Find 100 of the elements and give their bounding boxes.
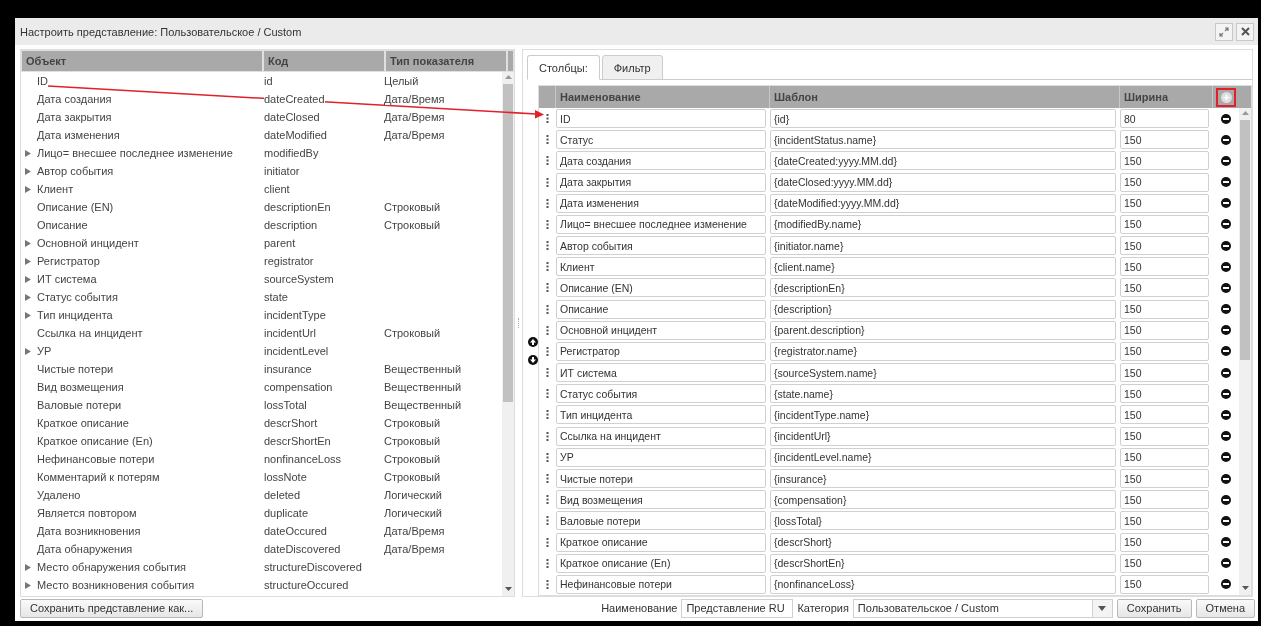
drag-handle-icon[interactable]: [546, 241, 549, 251]
template-field[interactable]: {initiator.name}: [770, 236, 1116, 256]
column-name-field[interactable]: Описание (EN): [556, 278, 766, 298]
drag-handle-icon[interactable]: [546, 495, 549, 505]
column-name-field[interactable]: Ссылка на инцидент: [556, 426, 766, 446]
template-field[interactable]: {sourceSystem.name}: [770, 363, 1116, 383]
field-name[interactable]: Является повтором: [37, 507, 137, 519]
template-field[interactable]: {dateModified:yyyy.MM.dd}: [770, 193, 1116, 213]
field-name[interactable]: Лицо= внесшее последнее изменение: [37, 147, 233, 159]
drag-handle-icon[interactable]: [546, 346, 549, 356]
width-field[interactable]: 150: [1120, 574, 1209, 594]
move-up-icon[interactable]: [527, 336, 538, 347]
width-field[interactable]: 150: [1120, 469, 1209, 488]
field-name[interactable]: Статус события: [37, 291, 118, 303]
scrollbar[interactable]: [502, 72, 514, 596]
drag-handle-icon[interactable]: [546, 262, 549, 272]
close-icon[interactable]: [1240, 27, 1250, 36]
column-name-field[interactable]: УР: [556, 447, 766, 467]
field-name[interactable]: Основной инцидент: [37, 237, 139, 249]
column-name-field[interactable]: Статус события: [556, 384, 766, 404]
field-name[interactable]: Тип инцидента: [37, 309, 113, 321]
drag-handle-icon[interactable]: [546, 431, 549, 441]
column-name-field[interactable]: Тип инцидента: [556, 405, 766, 425]
save-as-button[interactable]: Сохранить представление как...: [20, 598, 204, 618]
drag-handle-icon[interactable]: [546, 579, 549, 589]
width-field[interactable]: 150: [1120, 363, 1209, 383]
field-name[interactable]: Краткое описание: [37, 417, 129, 429]
drag-handle-icon[interactable]: [546, 410, 549, 420]
expand-arrow-icon[interactable]: [25, 311, 31, 319]
field-name[interactable]: Регистратор: [37, 255, 100, 267]
column-name-field[interactable]: Нефинансовые потери: [556, 574, 766, 594]
field-name[interactable]: Дата создания: [37, 93, 112, 105]
width-field[interactable]: 150: [1120, 278, 1209, 298]
width-field[interactable]: 150: [1120, 193, 1209, 213]
width-field[interactable]: 150: [1120, 257, 1209, 277]
move-down-icon[interactable]: [527, 354, 538, 365]
column-header[interactable]: Код: [264, 51, 384, 71]
column-header[interactable]: Тип показателя: [386, 51, 506, 71]
column-header[interactable]: Шаблон: [770, 86, 1120, 108]
field-name[interactable]: ИТ система: [37, 273, 97, 285]
field-name[interactable]: Автор события: [37, 165, 114, 177]
template-field[interactable]: {registrator.name}: [770, 341, 1116, 361]
expand-arrow-icon[interactable]: [25, 257, 31, 265]
template-field[interactable]: {incidentLevel.name}: [770, 447, 1116, 467]
expand-arrow-icon[interactable]: [25, 167, 31, 175]
column-name-field[interactable]: Дата создания: [556, 151, 766, 171]
drag-handle-icon[interactable]: [546, 177, 549, 187]
template-field[interactable]: {description}: [770, 299, 1116, 319]
expand-arrow-icon[interactable]: [25, 185, 31, 193]
close-button[interactable]: [1236, 22, 1254, 41]
save-button[interactable]: Сохранить: [1116, 598, 1192, 618]
drag-handle-icon[interactable]: [546, 114, 549, 124]
drag-handle-icon[interactable]: [546, 537, 549, 547]
column-name-field[interactable]: Дата закрытия: [556, 172, 766, 192]
template-field[interactable]: {client.name}: [770, 257, 1116, 277]
category-select[interactable]: Пользовательское / Custom: [852, 598, 1113, 618]
column-name-field[interactable]: Основной инцидент: [556, 320, 766, 340]
drag-handle-icon[interactable]: [546, 135, 549, 145]
expand-arrow-icon[interactable]: [25, 563, 31, 571]
field-name[interactable]: Валовые потери: [37, 399, 122, 411]
name-field[interactable]: Представление RU: [681, 598, 794, 618]
column-name-field[interactable]: Вид возмещения: [556, 490, 766, 510]
column-name-field[interactable]: Краткое описание: [556, 532, 766, 552]
width-field[interactable]: 150: [1120, 151, 1209, 171]
width-field[interactable]: 150: [1120, 511, 1209, 531]
field-name[interactable]: Ссылка на инцидент: [37, 327, 143, 339]
width-field[interactable]: 150: [1120, 320, 1209, 340]
field-name[interactable]: Дата изменения: [37, 129, 120, 141]
width-field[interactable]: 150: [1120, 172, 1209, 192]
width-field[interactable]: 150: [1120, 447, 1209, 467]
column-header[interactable]: Ширина: [1120, 86, 1213, 108]
field-name[interactable]: Место обнаружения события: [37, 561, 186, 573]
expand-arrow-icon[interactable]: [25, 149, 31, 157]
template-field[interactable]: {lossTotal}: [770, 511, 1116, 531]
field-name[interactable]: Удалено: [37, 489, 81, 501]
width-field[interactable]: 150: [1120, 299, 1209, 319]
width-field[interactable]: 150: [1120, 553, 1209, 573]
template-field[interactable]: {id}: [770, 109, 1116, 129]
column-name-field[interactable]: ИТ система: [556, 363, 766, 383]
field-name[interactable]: Вид возмещения: [37, 381, 124, 393]
expand-arrow-icon[interactable]: [25, 239, 31, 247]
expand-arrow-icon[interactable]: [25, 581, 31, 589]
maximize-button[interactable]: [1215, 22, 1233, 41]
drag-handle-icon[interactable]: [546, 219, 549, 229]
drag-handle-icon[interactable]: [546, 304, 549, 314]
scroll-down-icon[interactable]: [1241, 586, 1249, 591]
tab[interactable]: Столбцы:: [527, 55, 600, 80]
field-name[interactable]: Краткое описание (En): [37, 435, 153, 447]
column-name-field[interactable]: Автор события: [556, 236, 766, 256]
field-name[interactable]: Дата возникновения: [37, 525, 141, 537]
drag-handle-icon[interactable]: [546, 368, 549, 378]
template-field[interactable]: {dateClosed:yyyy.MM.dd}: [770, 172, 1116, 192]
field-name[interactable]: Описание: [37, 219, 88, 231]
expand-arrow-icon[interactable]: [25, 347, 31, 355]
template-field[interactable]: {dateCreated:yyyy.MM.dd}: [770, 151, 1116, 171]
column-name-field[interactable]: Валовые потери: [556, 511, 766, 531]
column-header[interactable]: Наименование: [556, 86, 770, 108]
column-name-field[interactable]: ID: [556, 109, 766, 129]
column-name-field[interactable]: Статус: [556, 130, 766, 150]
width-field[interactable]: 150: [1120, 532, 1209, 552]
